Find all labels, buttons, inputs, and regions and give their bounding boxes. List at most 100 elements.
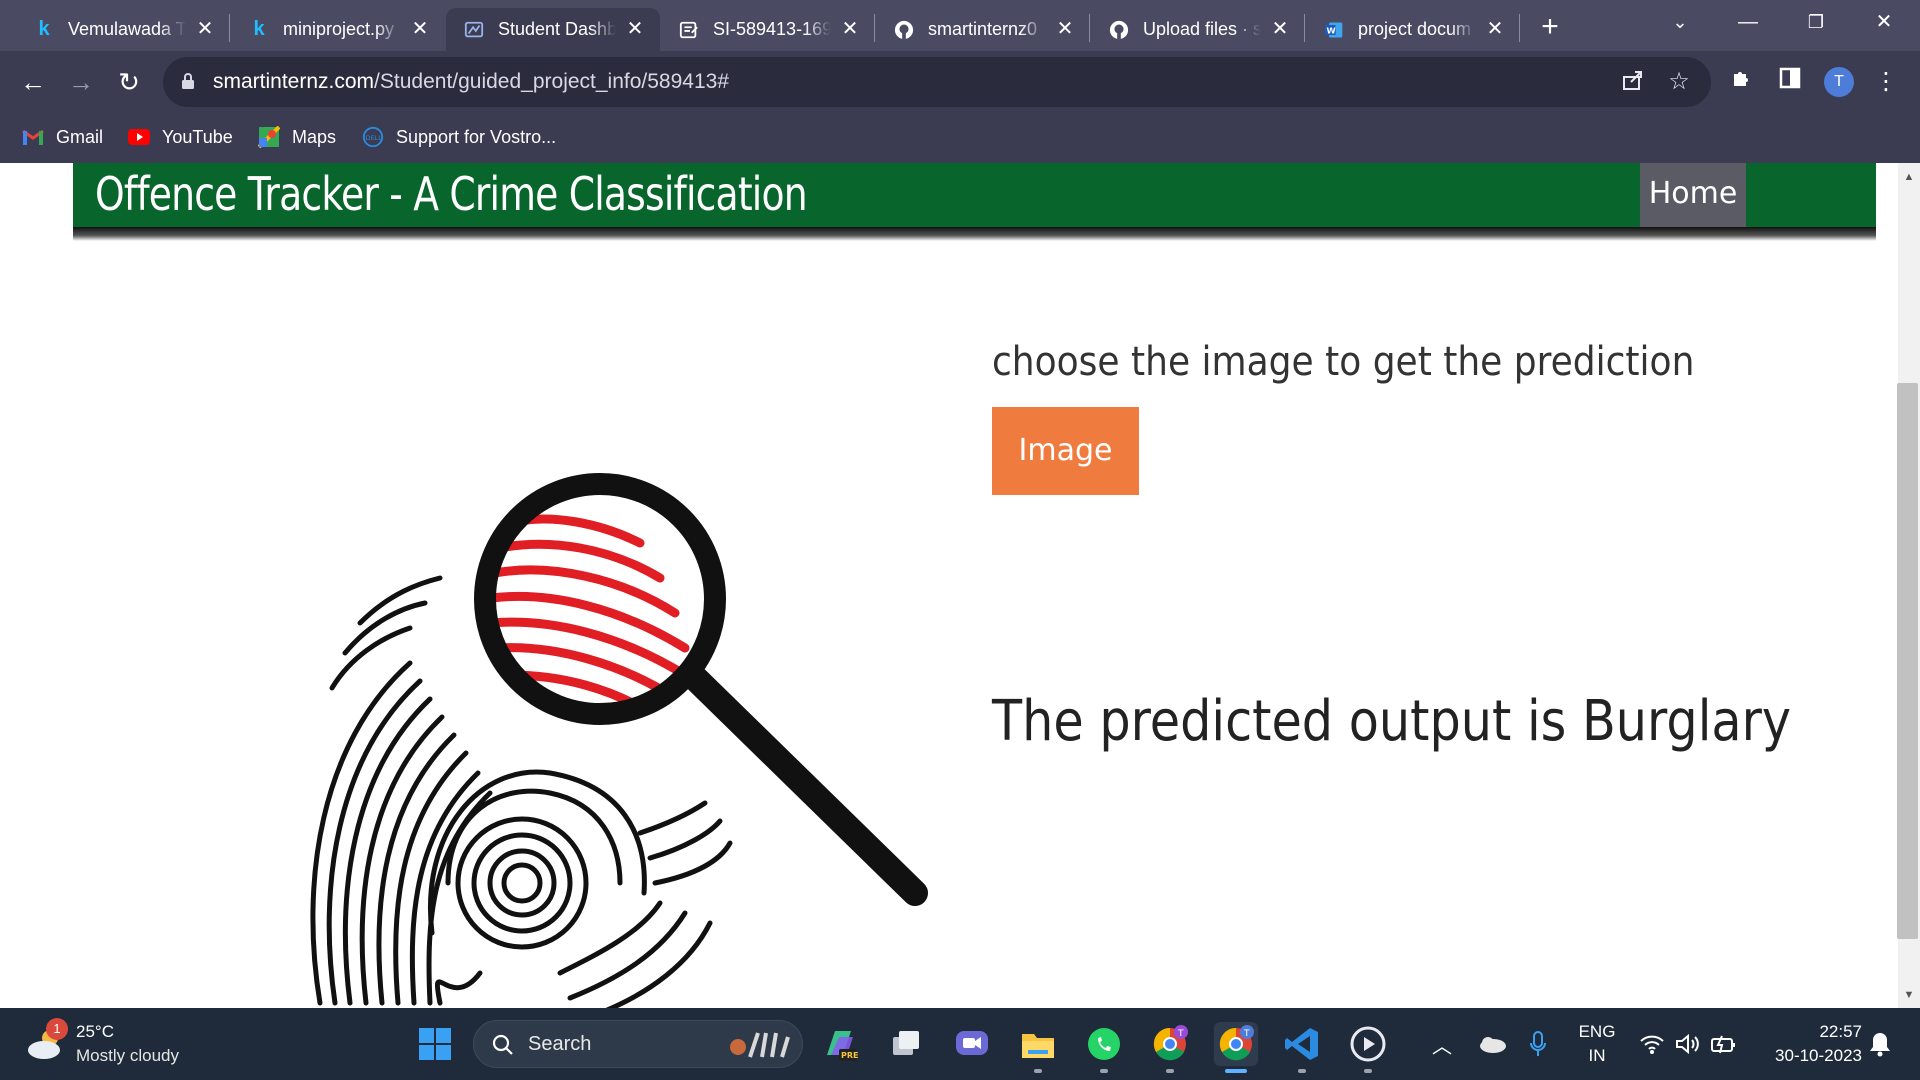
tab-title: smartinternz0 [928, 19, 1038, 39]
tab-title: miniproject.py [283, 19, 395, 39]
kaggle-icon: k [253, 18, 265, 40]
weather-notification-badge: 1 [46, 1018, 68, 1040]
chrome-profile-icon[interactable]: T [1148, 1022, 1192, 1066]
maps-icon [258, 126, 280, 148]
minimize-button[interactable]: — [1720, 0, 1776, 44]
search-highlight-tools-icon [730, 1032, 790, 1058]
tab-github-smartinternz[interactable]: smartinternz0 ✕ [876, 8, 1090, 51]
bookmark-label: YouTube [162, 126, 233, 147]
clock-date[interactable]: 30-10-2023 [1752, 1046, 1862, 1066]
close-icon[interactable]: ✕ [409, 18, 431, 40]
close-icon[interactable]: ✕ [1054, 18, 1076, 40]
fingerprint-magnifier-illustration [310, 473, 928, 1008]
svg-text:PRE: PRE [841, 1051, 859, 1060]
battery-charging-icon[interactable] [1702, 1022, 1746, 1066]
restore-button[interactable]: ❐ [1788, 0, 1844, 44]
clock-time[interactable]: 22:57 [1752, 1022, 1862, 1042]
close-window-button[interactable]: ✕ [1856, 0, 1912, 44]
extensions-icon[interactable] [1726, 66, 1758, 98]
menu-kebab-icon[interactable]: ⋮ [1870, 66, 1902, 98]
windows-start-icon[interactable] [413, 1022, 457, 1066]
image-upload-button[interactable]: Image [992, 407, 1139, 495]
tab-search-chevron-icon[interactable]: ⌄ [1652, 0, 1708, 44]
scroll-down-arrow-icon[interactable]: ▼ [1902, 988, 1916, 1002]
tab-vemulawada[interactable]: k Vemulawada T ✕ [16, 8, 230, 51]
tab-title: Upload files · s [1143, 19, 1261, 39]
bookmark-gmail[interactable]: Gmail [22, 122, 103, 152]
bookmark-label: Maps [292, 126, 337, 147]
bookmark-dell-support[interactable]: DELL Support for Vostro... [362, 122, 556, 152]
profile-avatar[interactable]: T [1824, 67, 1854, 97]
close-icon[interactable]: ✕ [1484, 18, 1506, 40]
side-panel-icon[interactable] [1774, 66, 1806, 98]
teams-chat-icon[interactable] [950, 1022, 994, 1066]
github-icon [1109, 20, 1129, 40]
language-indicator-2[interactable]: IN [1572, 1046, 1622, 1066]
bookmark-maps[interactable]: Maps [258, 122, 336, 152]
chrome-active-icon[interactable]: T [1214, 1022, 1258, 1066]
new-tab-button[interactable]: + [1532, 9, 1568, 45]
close-icon[interactable]: ✕ [624, 18, 646, 40]
task-view-icon[interactable] [884, 1022, 928, 1066]
show-hidden-icons-chevron-icon[interactable]: ︿ [1420, 1022, 1464, 1066]
dell-icon: DELL [362, 126, 384, 148]
search-label: Search [528, 1033, 592, 1055]
windows-taskbar: 1 25°C Mostly cloudy Search PRE T T ︿ EN… [0, 1008, 1920, 1080]
language-indicator-1[interactable]: ENG [1572, 1022, 1622, 1042]
site-header: Offence Tracker - A Crime Classification… [73, 163, 1876, 227]
whatsapp-icon[interactable] [1082, 1022, 1126, 1066]
kaggle-icon: k [38, 18, 50, 40]
forward-button[interactable]: → [62, 63, 100, 101]
address-bar[interactable]: smartinternz.com/Student/guided_project_… [163, 57, 1711, 107]
close-icon[interactable]: ✕ [1269, 18, 1291, 40]
copilot-preview-icon[interactable]: PRE [818, 1022, 862, 1066]
bookmark-star-icon[interactable]: ☆ [1665, 68, 1693, 96]
header-shadow [73, 227, 1876, 241]
tab-strip: k Vemulawada T ✕ k miniproject.py ✕ Stud… [0, 0, 1920, 51]
reload-button[interactable]: ↻ [110, 63, 148, 101]
page-viewport: Offence Tracker - A Crime Classification… [0, 163, 1898, 1008]
github-icon [894, 20, 914, 40]
svg-text:T: T [1177, 1029, 1184, 1039]
tab-si-document[interactable]: SI-589413-169 ✕ [661, 8, 875, 51]
vscode-icon[interactable] [1280, 1022, 1324, 1066]
close-icon[interactable]: ✕ [194, 18, 216, 40]
tab-title: project docum [1358, 19, 1472, 39]
tab-project-document[interactable]: W project docum ✕ [1306, 8, 1520, 51]
weather-condition: Mostly cloudy [76, 1046, 179, 1065]
svg-text:T: T [1243, 1029, 1250, 1039]
weather-widget[interactable]: 1 25°C Mostly cloudy [24, 1018, 224, 1070]
document-icon [679, 20, 699, 40]
prediction-result-text: The predicted output is Burglary [992, 689, 1792, 754]
url-host: smartinternz.com [213, 70, 375, 93]
close-icon[interactable]: ✕ [839, 18, 861, 40]
smartinternz-icon [464, 20, 484, 40]
browser-toolbar: ← → ↻ smartinternz.com/Student/guided_pr… [0, 51, 1920, 113]
tab-student-dashboard[interactable]: Student Dashb ✕ [446, 8, 660, 51]
weather-temperature: 25°C [76, 1022, 114, 1041]
bookmarks-bar: Gmail YouTube Maps DELL Support for Vost… [0, 113, 1920, 163]
bookmark-label: Support for Vostro... [396, 126, 557, 147]
share-icon[interactable] [1619, 68, 1647, 96]
taskbar-search-box[interactable]: Search [473, 1020, 803, 1068]
onedrive-cloud-icon[interactable] [1470, 1022, 1514, 1066]
bookmark-youtube[interactable]: YouTube [128, 122, 233, 152]
youtube-icon [128, 126, 150, 148]
scroll-up-arrow-icon[interactable]: ▲ [1902, 170, 1916, 184]
gmail-icon [22, 126, 44, 148]
tab-title: Vemulawada T [68, 19, 186, 39]
bookmark-label: Gmail [56, 126, 104, 147]
tab-upload-files[interactable]: Upload files · s ✕ [1091, 8, 1305, 51]
tab-miniproject[interactable]: k miniproject.py ✕ [231, 8, 445, 51]
notifications-bell-icon[interactable] [1858, 1022, 1902, 1066]
back-button[interactable]: ← [14, 63, 52, 101]
media-player-icon[interactable] [1346, 1022, 1390, 1066]
lock-icon [182, 73, 194, 89]
tab-title: SI-589413-169 [713, 19, 831, 39]
page-scrollbar-thumb[interactable] [1897, 383, 1918, 939]
url-path: /Student/guided_project_info/589413# [374, 70, 730, 93]
search-icon [492, 1034, 513, 1055]
file-explorer-icon[interactable] [1016, 1022, 1060, 1066]
home-nav-link[interactable]: Home [1640, 163, 1746, 227]
microphone-icon[interactable] [1516, 1022, 1560, 1066]
